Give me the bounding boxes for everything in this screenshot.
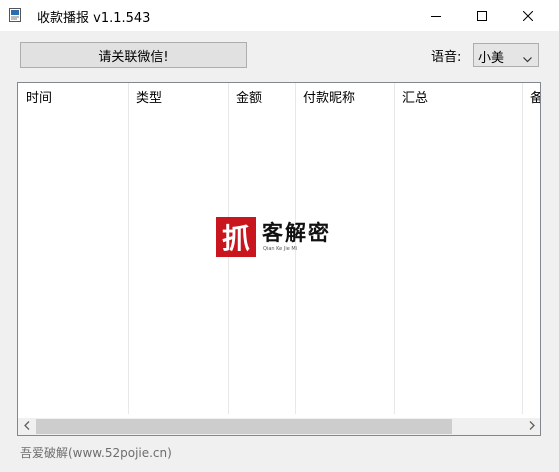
maximize-icon	[477, 10, 487, 21]
maximize-button[interactable]	[459, 0, 505, 31]
close-icon	[523, 10, 533, 21]
footer-credit: 吾爱破解(www.52pojie.cn)	[20, 446, 172, 460]
column-header-type[interactable]: 类型	[128, 83, 228, 110]
voice-label: 语音:	[431, 50, 462, 65]
column-header-label: 类型	[136, 91, 163, 106]
column-header-time[interactable]: 时间	[18, 83, 128, 110]
column-divider	[522, 83, 523, 414]
column-header-remark[interactable]: 备	[522, 83, 540, 110]
watermark-badge: 抓	[216, 217, 256, 257]
column-header-label: 备	[530, 87, 540, 106]
voice-select-value: 小美	[478, 51, 505, 66]
close-button[interactable]	[505, 0, 551, 31]
watermark-text: 客解密	[262, 220, 331, 245]
chevron-right-icon	[529, 419, 535, 434]
chevron-down-icon	[523, 52, 532, 67]
column-header-payer-nickname[interactable]: 付款昵称	[295, 83, 394, 110]
watermark-logo: 抓 客解密 Qian Ke Jie Mi	[216, 217, 341, 257]
column-header-label: 金额	[236, 91, 263, 106]
title-bar[interactable]: 收款播报 v1.1.543	[0, 0, 559, 32]
column-divider	[128, 83, 129, 414]
transaction-list[interactable]: 时间 类型 金额 付款昵称 汇总 备 抓 客解密 Qian Ke Jie Mi	[17, 82, 541, 436]
minimize-button[interactable]	[413, 0, 459, 31]
window-title: 收款播报 v1.1.543	[37, 11, 151, 26]
column-divider	[394, 83, 395, 414]
voice-select[interactable]: 小美	[473, 43, 539, 67]
watermark-subtext: Qian Ke Jie Mi	[263, 246, 298, 252]
column-header-label: 时间	[26, 91, 53, 106]
column-header-label: 汇总	[402, 91, 429, 106]
column-header-summary[interactable]: 汇总	[394, 83, 522, 110]
scroll-right-button[interactable]	[523, 418, 540, 435]
column-header-amount[interactable]: 金额	[228, 83, 295, 110]
column-header-label: 付款昵称	[303, 91, 356, 106]
app-icon	[9, 8, 21, 22]
scrollbar-thumb[interactable]	[36, 419, 452, 434]
minimize-icon	[431, 11, 441, 21]
bind-wechat-button[interactable]: 请关联微信!	[20, 42, 247, 68]
scroll-left-button[interactable]	[18, 418, 35, 435]
client-area: 请关联微信! 语音: 小美 时间 类型 金额 付款昵称 汇总 备 抓 客解密 Q…	[0, 31, 559, 472]
chevron-left-icon	[23, 419, 30, 434]
horizontal-scrollbar[interactable]	[18, 418, 540, 435]
